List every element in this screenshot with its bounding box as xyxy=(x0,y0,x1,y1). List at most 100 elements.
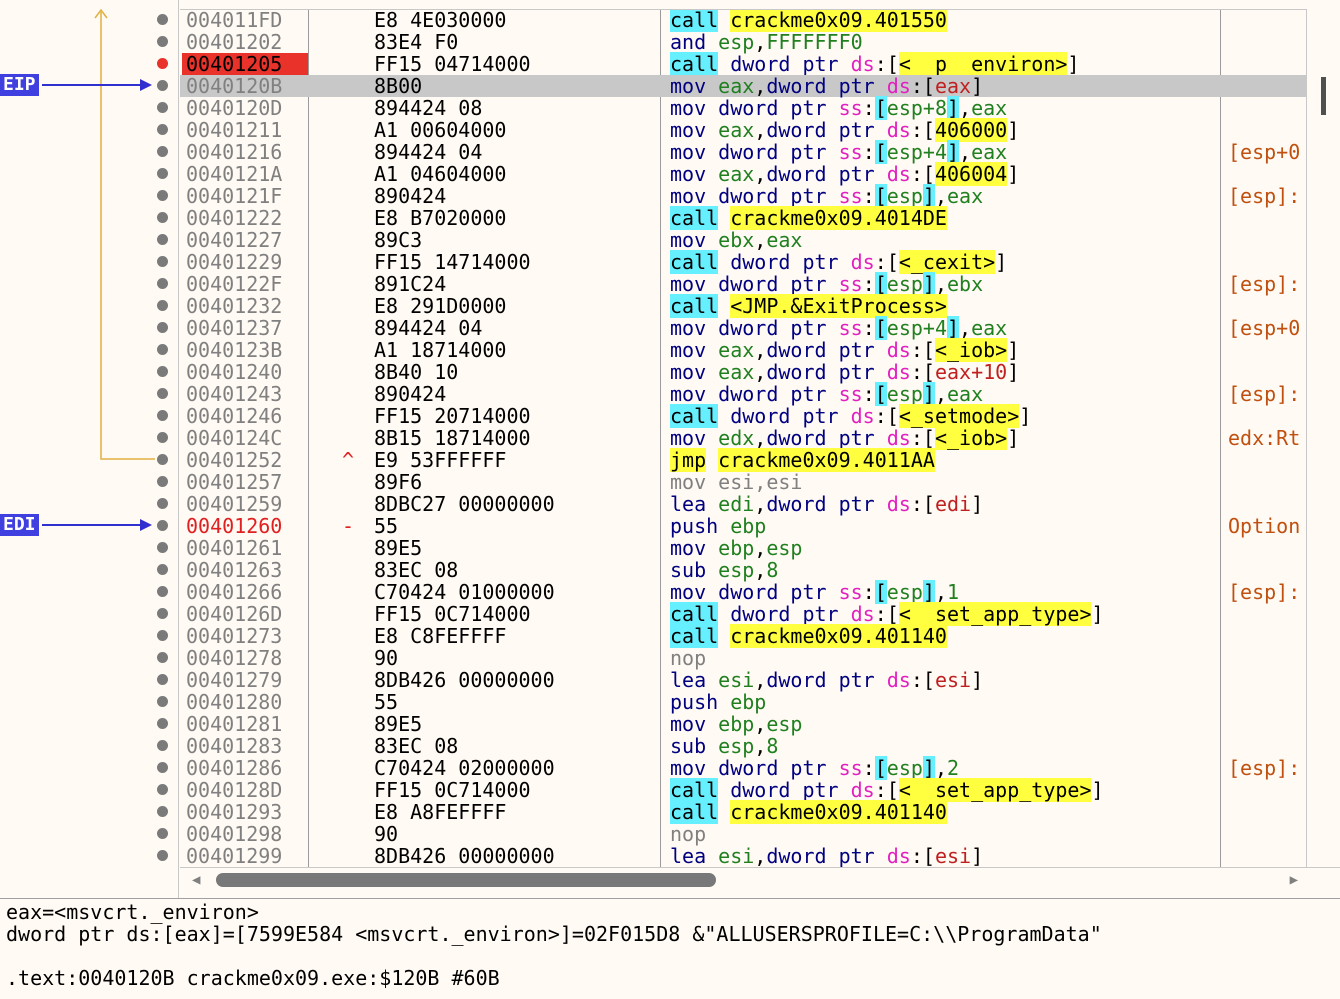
disasm-row[interactable]: 00401280 55 push ebp xyxy=(180,691,1306,713)
breakpoint-slot[interactable] xyxy=(157,432,168,443)
disasm-row[interactable]: 00401227 89C3 mov ebx,eax xyxy=(180,229,1306,251)
breakpoint-slot[interactable] xyxy=(157,652,168,663)
bytes: 890424 xyxy=(374,184,447,208)
breakpoint-slot[interactable] xyxy=(157,190,168,201)
bytes: 89E5 xyxy=(374,536,423,560)
disasm-row[interactable]: 00401252 ^ E9 53FFFFFF jmp crackme0x09.4011… xyxy=(180,448,1306,472)
disasm-row[interactable]: 00401283 83EC 08 sub esp,8 xyxy=(180,735,1306,757)
disasm-row[interactable]: 00401243 890424 mov dword ptr ss:[esp],eax… xyxy=(180,382,1306,406)
bytes: 89F6 xyxy=(374,470,423,494)
disassembly-view[interactable]: 004011FD E8 4E030000 call crackme0x09.4015… xyxy=(180,9,1306,868)
disasm-row[interactable]: 00401260 -55 push ebp Option xyxy=(180,515,1306,537)
instruction: mov ebp,esp xyxy=(670,712,803,736)
breakpoint-slot[interactable] xyxy=(157,278,168,289)
disasm-row[interactable]: 0040124C 8B15 18714000 mov edx,dword ptr d… xyxy=(180,426,1306,450)
breakpoint-slot[interactable] xyxy=(157,410,168,421)
instruction: mov dword ptr ss:[esp],1 xyxy=(670,580,960,604)
breakpoint-slot[interactable] xyxy=(157,586,168,597)
instruction: jmp crackme0x09.4011AA xyxy=(670,448,935,472)
breakpoint-slot[interactable] xyxy=(157,718,168,729)
breakpoint-slot[interactable] xyxy=(157,850,168,861)
breakpoint-slot[interactable] xyxy=(157,102,168,113)
disasm-row[interactable]: 00401263 83EC 08 sub esp,8 xyxy=(180,559,1306,581)
disasm-row[interactable]: 0040122F 891C24 mov dword ptr ss:[esp],ebx… xyxy=(180,272,1306,296)
breakpoint-slot[interactable] xyxy=(157,146,168,157)
disasm-row[interactable]: 00401240 8B40 10 mov eax,dword ptr ds:[eax… xyxy=(180,361,1306,383)
breakpoint-slot[interactable] xyxy=(157,630,168,641)
disasm-row[interactable]: 00401232 E8 291D0000 call <JMP.&ExitProces… xyxy=(180,294,1306,318)
disasm-row[interactable]: 00401278 90 nop xyxy=(180,647,1306,669)
breakpoint-slot[interactable] xyxy=(157,14,168,25)
breakpoint-slot[interactable] xyxy=(157,564,168,575)
breakpoint-slot[interactable] xyxy=(157,212,168,223)
instruction: nop xyxy=(670,822,707,846)
breakpoint-slot[interactable] xyxy=(157,80,168,91)
disasm-row[interactable]: 00401298 90 nop xyxy=(180,823,1306,845)
breakpoint-slot[interactable] xyxy=(157,322,168,333)
breakpoint-slot[interactable] xyxy=(157,696,168,707)
breakpoint-slot[interactable] xyxy=(157,344,168,355)
breakpoint-slot[interactable] xyxy=(157,608,168,619)
disasm-row[interactable]: 00401273 E8 C8FEFFFF call crackme0x09.4011… xyxy=(180,624,1306,648)
breakpoint-slot[interactable] xyxy=(157,300,168,311)
disasm-row[interactable]: 00401279 8DB426 00000000 lea esi,dword ptr… xyxy=(180,669,1306,691)
disasm-row[interactable]: 00401205 FF15 04714000 call dword ptr ds:[… xyxy=(180,52,1306,76)
disasm-row[interactable]: 00401286 C70424 02000000 mov dword ptr ss:… xyxy=(180,756,1306,780)
breakpoint-slot[interactable] xyxy=(157,454,168,465)
breakpoint-slot[interactable] xyxy=(157,806,168,817)
disasm-row[interactable]: 00401237 894424 04 mov dword ptr ss:[esp+4… xyxy=(180,316,1306,340)
horizontal-scrollbar[interactable]: ◀ ▶ xyxy=(180,867,1340,895)
instruction: mov eax,dword ptr ds:[eax] xyxy=(670,74,984,98)
vertical-scroll-thumb[interactable] xyxy=(1321,77,1326,115)
breakpoint-slot[interactable] xyxy=(157,828,168,839)
bytes: 8B40 10 xyxy=(374,360,459,384)
breakpoint-dot[interactable] xyxy=(157,58,168,69)
breakpoint-slot[interactable] xyxy=(157,542,168,553)
disasm-row[interactable]: 00401211 A1 00604000 mov eax,dword ptr ds:… xyxy=(180,118,1306,142)
instruction: push ebp xyxy=(670,690,767,714)
breakpoint-slot[interactable] xyxy=(157,674,168,685)
breakpoint-slot[interactable] xyxy=(157,388,168,399)
disasm-row[interactable]: 00401299 8DB426 00000000 lea esi,dword ptr… xyxy=(180,845,1306,867)
bytes: 83EC 08 xyxy=(374,734,459,758)
disasm-row[interactable]: 0040123B A1 18714000 mov eax,dword ptr ds:… xyxy=(180,338,1306,362)
disasm-row[interactable]: 00401202 83E4 F0 and esp,FFFFFFF0 xyxy=(180,31,1306,53)
breakpoint-slot[interactable] xyxy=(157,234,168,245)
disasm-row[interactable]: 0040120B 8B00 mov eax,dword ptr ds:[eax] xyxy=(180,75,1306,97)
bytes: 90 xyxy=(374,646,399,670)
breakpoint-slot[interactable] xyxy=(157,498,168,509)
breakpoint-slot[interactable] xyxy=(157,256,168,267)
disasm-row[interactable]: 0040128D FF15 0C714000 call dword ptr ds:[… xyxy=(180,778,1306,802)
breakpoint-slot[interactable] xyxy=(157,520,168,531)
disasm-row[interactable]: 00401293 E8 A8FEFFFF call crackme0x09.4011… xyxy=(180,800,1306,824)
disasm-row[interactable]: 0040121F 890424 mov dword ptr ss:[esp],eax… xyxy=(180,184,1306,208)
disasm-row[interactable]: 00401266 C70424 01000000 mov dword ptr ss:… xyxy=(180,580,1306,604)
breakpoint-slot[interactable] xyxy=(157,124,168,135)
disasm-row[interactable]: 00401281 89E5 mov ebp,esp xyxy=(180,713,1306,735)
comment: [esp]: xyxy=(1228,184,1301,208)
address: 00401237 xyxy=(186,316,283,340)
horizontal-scroll-thumb[interactable] xyxy=(216,873,716,887)
breakpoint-slot[interactable] xyxy=(157,784,168,795)
breakpoint-slot[interactable] xyxy=(157,476,168,487)
disasm-row[interactable]: 00401246 FF15 20714000 call dword ptr ds:[… xyxy=(180,404,1306,428)
scroll-right-icon[interactable]: ▶ xyxy=(1290,872,1298,888)
disasm-row[interactable]: 00401261 89E5 mov ebp,esp xyxy=(180,537,1306,559)
disasm-row[interactable]: 00401216 894424 04 mov dword ptr ss:[esp+4… xyxy=(180,140,1306,164)
breakpoint-slot[interactable] xyxy=(157,762,168,773)
vertical-scrollbar[interactable] xyxy=(1306,9,1340,867)
bytes: 890424 xyxy=(374,382,447,406)
disasm-row[interactable]: 004011FD E8 4E030000 call crackme0x09.4015… xyxy=(180,10,1306,32)
scroll-left-icon[interactable]: ◀ xyxy=(192,872,200,888)
breakpoint-slot[interactable] xyxy=(157,740,168,751)
disasm-row[interactable]: 00401259 8DBC27 00000000 lea edi,dword ptr… xyxy=(180,493,1306,515)
disasm-row[interactable]: 00401257 89F6 mov esi,esi xyxy=(180,471,1306,493)
disasm-row[interactable]: 00401229 FF15 14714000 call dword ptr ds:[… xyxy=(180,250,1306,274)
breakpoint-slot[interactable] xyxy=(157,168,168,179)
breakpoint-slot[interactable] xyxy=(157,36,168,47)
disasm-row[interactable]: 0040121A A1 04604000 mov eax,dword ptr ds:… xyxy=(180,162,1306,186)
disasm-row[interactable]: 00401222 E8 B7020000 call crackme0x09.4014… xyxy=(180,206,1306,230)
breakpoint-slot[interactable] xyxy=(157,366,168,377)
disasm-row[interactable]: 0040120D 894424 08 mov dword ptr ss:[esp+8… xyxy=(180,96,1306,120)
disasm-row[interactable]: 0040126D FF15 0C714000 call dword ptr ds:[… xyxy=(180,602,1306,626)
